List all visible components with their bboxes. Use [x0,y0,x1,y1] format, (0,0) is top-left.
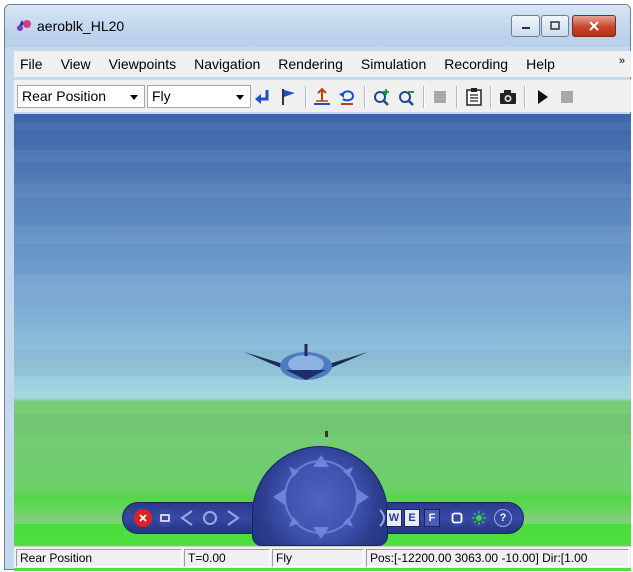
straighten-button[interactable] [448,509,466,527]
status-position: Pos:[-12200.00 3063.00 -10.00] Dir:[1.00 [366,549,629,567]
stop-icon [561,91,573,103]
menu-view[interactable]: View [52,56,100,72]
play-icon [538,90,548,104]
block-parameters-button[interactable] [463,86,485,108]
status-viewpoint: Rear Position [16,549,182,567]
close-panel-button[interactable] [134,509,152,527]
status-time: T=0.00 [184,549,270,567]
window-title: aeroblk_HL20 [37,18,125,34]
vr-viewer-window: aeroblk_HL20 File View Viewpoints Naviga… [4,4,631,571]
minimize-icon [160,514,170,522]
close-icon [589,21,599,31]
navigation-arrows-icon [273,455,369,539]
viewpoint-select-value: Rear Position [22,88,107,104]
sky-band [14,122,631,130]
ground-band [14,414,631,434]
status-mode: Fly [272,549,364,567]
stop-simulation-button[interactable] [556,86,578,108]
sky-band [14,226,631,244]
zoom-in-button[interactable] [371,86,393,108]
sky-band [14,274,631,296]
title-bar[interactable]: aeroblk_HL20 [5,5,630,47]
status-bar: Rear Position T=0.00 Fly Pos:[-12200.00 … [14,546,631,568]
clipboard-icon [466,88,482,106]
undo-icon [339,90,355,105]
chevron-down-icon [130,95,138,100]
headlight-icon [472,511,486,525]
straighten-up-icon [314,87,330,105]
toolbar-separator [524,86,525,108]
menu-navigation[interactable]: Navigation [185,56,269,72]
menu-overflow-chevron[interactable]: » [619,55,625,67]
navigation-wheel[interactable] [252,446,388,546]
zoom-out-icon [399,91,414,106]
examine-mode-button[interactable]: E [404,509,420,527]
square-icon [451,512,463,524]
hl20-aircraft-model [244,344,368,380]
record-icon [434,91,446,103]
close-icon [139,514,147,522]
chevron-down-icon [236,95,244,100]
zoom-out-button[interactable] [396,86,418,108]
capture-frame-button[interactable] [497,86,519,108]
toolbar-separator [456,86,457,108]
menu-file[interactable]: File [14,56,52,72]
camera-icon [500,90,516,104]
simulink-3d-app-icon [15,18,33,32]
menu-viewpoints[interactable]: Viewpoints [100,56,185,72]
maximize-icon [550,21,560,30]
walk-mode-button[interactable]: W [386,509,402,527]
minimize-button[interactable] [511,15,540,37]
menu-help[interactable]: Help [517,56,564,72]
headlight-toggle-button[interactable] [470,509,488,527]
toolbar-separator [423,86,424,108]
flag-icon [282,89,295,105]
go-to-default-viewpoint-button[interactable] [252,86,274,108]
toolbar: Rear Position Fly [14,79,631,112]
fly-mode-button[interactable]: F [424,509,440,527]
minimize-panel-button[interactable] [156,509,174,527]
menu-rendering[interactable]: Rendering [269,56,352,72]
navigation-mode-select[interactable]: Fly [147,85,251,108]
viewpoint-select[interactable]: Rear Position [17,85,145,108]
rotate-left-right-control[interactable] [180,509,240,527]
toolbar-separator [364,86,365,108]
close-button[interactable] [572,15,616,37]
maximize-button[interactable] [541,15,569,37]
menu-simulation[interactable]: Simulation [352,56,435,72]
undo-move-button[interactable] [336,86,358,108]
left-right-arrows-icon [180,510,240,526]
help-button[interactable]: ? [494,509,512,527]
menu-recording[interactable]: Recording [435,56,517,72]
toolbar-separator [305,86,306,108]
navigation-panel: W E F ? [122,446,524,546]
ground-marker [325,431,328,437]
start-simulation-button[interactable] [531,86,553,108]
3d-scene-viewport[interactable]: W E F ? [14,114,631,571]
straighten-up-button[interactable] [311,86,333,108]
sky-band [14,184,631,198]
zoom-in-icon [374,89,389,106]
menu-bar: File View Viewpoints Navigation Renderin… [14,51,631,77]
create-viewpoint-button[interactable] [277,86,299,108]
toolbar-separator [490,86,491,108]
minimize-icon [521,27,530,29]
sky-band [14,150,631,162]
return-arrow-icon [255,90,269,104]
navigation-mode-select-value: Fly [152,88,171,104]
record-button[interactable] [429,86,451,108]
